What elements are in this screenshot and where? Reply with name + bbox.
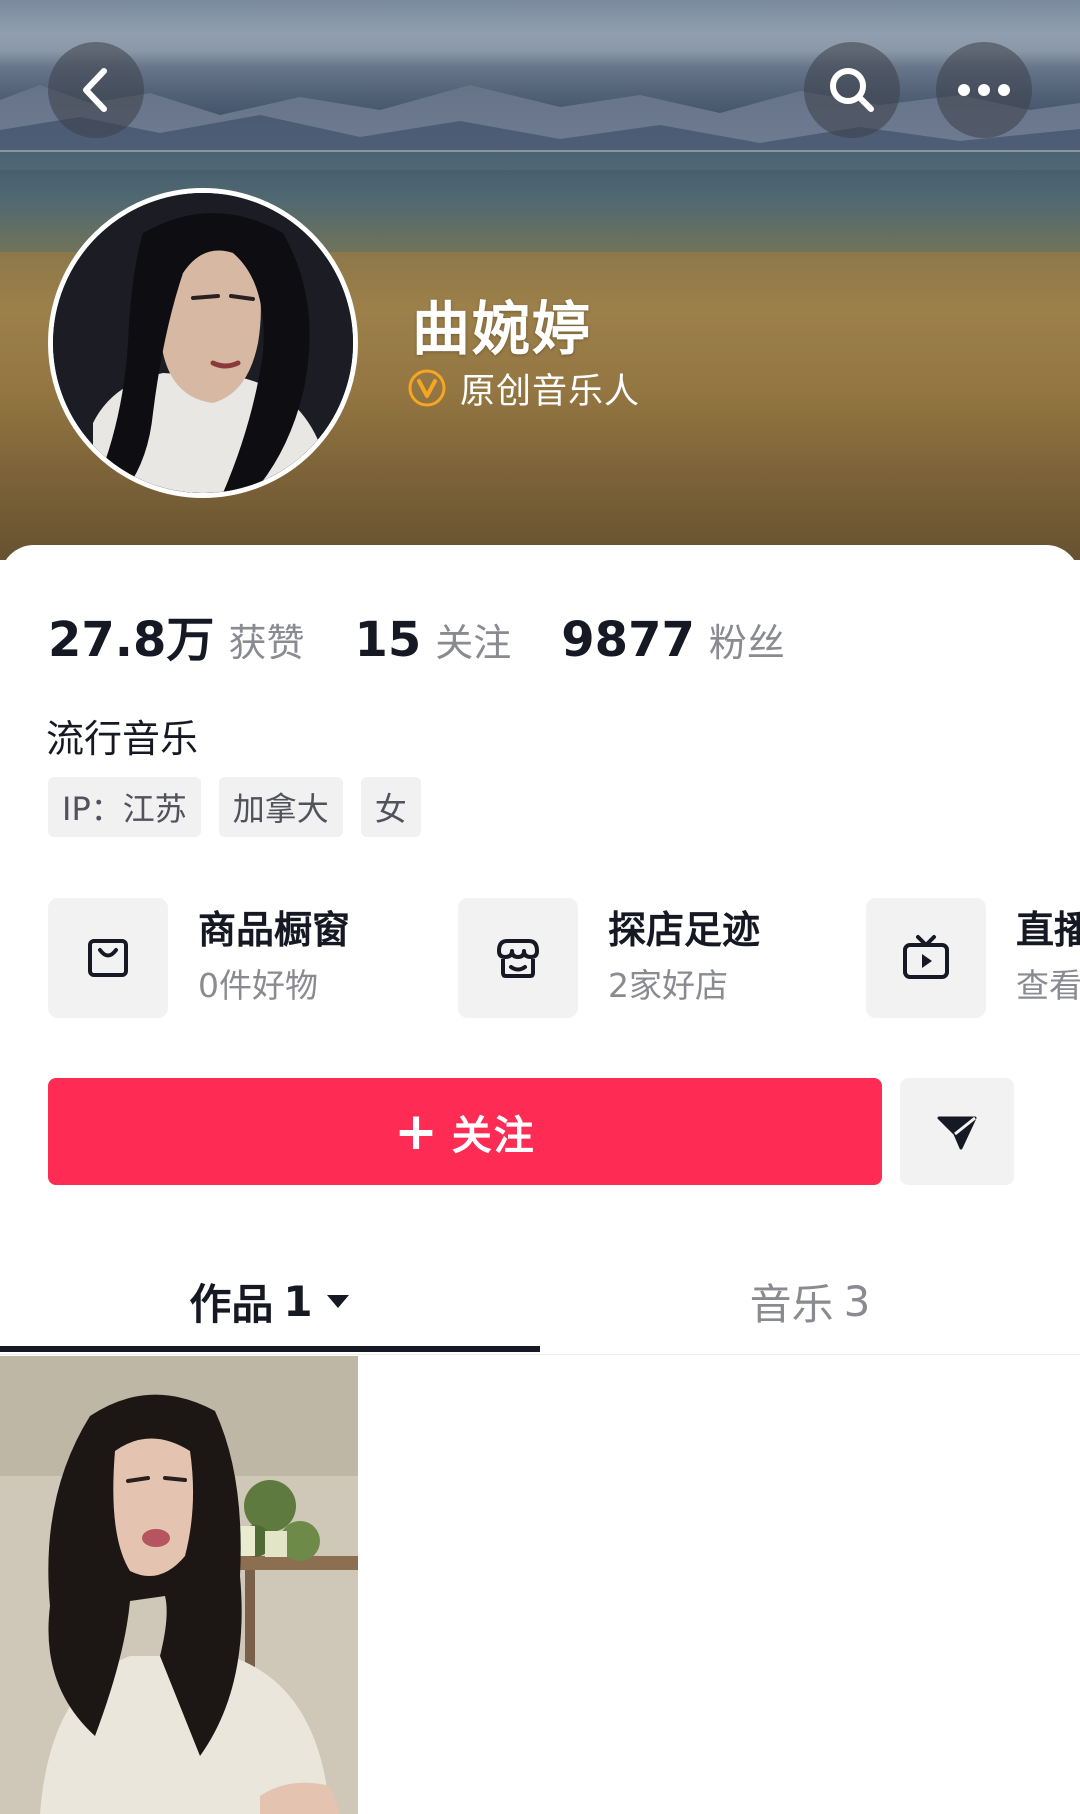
stats-row: 27.8万 获赞 15 关注 9877 粉丝 (48, 600, 835, 670)
verified-row: 原创音乐人 (408, 363, 640, 413)
service-store-visits[interactable]: 探店足迹 2家好店 (458, 898, 760, 1018)
follow-label: 关注 (451, 1112, 536, 1159)
follow-button[interactable]: + 关注 (48, 1078, 882, 1185)
video-thumbnail-image (0, 1356, 358, 1814)
verified-label: 原创音乐人 (460, 371, 641, 412)
stat-following[interactable]: 15 关注 (354, 612, 511, 668)
tab-works[interactable]: 作品 1 (0, 1248, 540, 1354)
stat-label: 粉丝 (708, 621, 785, 665)
avatar[interactable] (48, 188, 358, 498)
content-tabs: 作品 1 音乐 3 (0, 1248, 1080, 1355)
store-icon (458, 898, 578, 1018)
stat-label: 关注 (435, 621, 512, 665)
stat-likes[interactable]: 27.8万 获赞 (48, 600, 304, 670)
bio-text: 流行音乐 (46, 717, 199, 761)
stat-followers[interactable]: 9877 粉丝 (561, 612, 785, 668)
active-tab-indicator (0, 1346, 540, 1352)
stat-value: 27.8万 (48, 612, 215, 668)
search-icon (830, 68, 874, 112)
tag-gender: 女 (360, 777, 421, 837)
service-title: 探店足迹 (608, 908, 761, 952)
service-live[interactable]: 直播 查看 (866, 898, 1080, 1018)
tab-music[interactable]: 音乐 3 (540, 1248, 1080, 1354)
tab-label: 音乐 (749, 1279, 834, 1329)
tab-label: 作品 (189, 1279, 274, 1329)
more-button[interactable] (936, 42, 1032, 138)
more-horizontal-icon (958, 84, 1010, 96)
profile-tags: IP：江苏 加拿大 女 (48, 777, 439, 837)
service-subtitle: 查看 (1016, 966, 1080, 1005)
tv-play-icon (866, 898, 986, 1018)
tag-ip: IP：江苏 (48, 777, 201, 837)
back-button[interactable] (48, 42, 144, 138)
stat-value: 15 (354, 612, 422, 668)
verified-badge-icon (408, 369, 446, 407)
shopping-bag-icon (48, 898, 168, 1018)
chevron-left-icon (83, 68, 107, 112)
stat-value: 9877 (561, 612, 695, 668)
share-button[interactable] (900, 1078, 1014, 1185)
tab-count: 1 (283, 1276, 313, 1326)
tag-country: 加拿大 (218, 777, 343, 837)
stat-label: 获赞 (228, 621, 305, 665)
service-title: 直播 (1016, 908, 1080, 952)
send-icon (937, 1116, 977, 1149)
service-subtitle: 0件好物 (198, 966, 318, 1005)
avatar-portrait (53, 193, 353, 493)
tab-count: 3 (843, 1276, 871, 1326)
service-showcase[interactable]: 商品橱窗 0件好物 (48, 898, 350, 1018)
services-row: 商品橱窗 0件好物 探店足迹 2家好店 直播 查看 (48, 898, 1080, 1018)
video-thumbnail[interactable] (0, 1356, 358, 1814)
profile-name: 曲婉婷 (412, 295, 593, 363)
plus-icon: + (394, 1101, 438, 1162)
search-button[interactable] (804, 42, 900, 138)
service-subtitle: 2家好店 (608, 966, 728, 1005)
service-title: 商品橱窗 (198, 908, 351, 952)
caret-down-icon (326, 1295, 349, 1308)
profile-page: 曲婉婷 原创音乐人 27.8万 获赞 15 关注 9877 粉丝 流行音乐 IP… (0, 0, 1080, 1814)
